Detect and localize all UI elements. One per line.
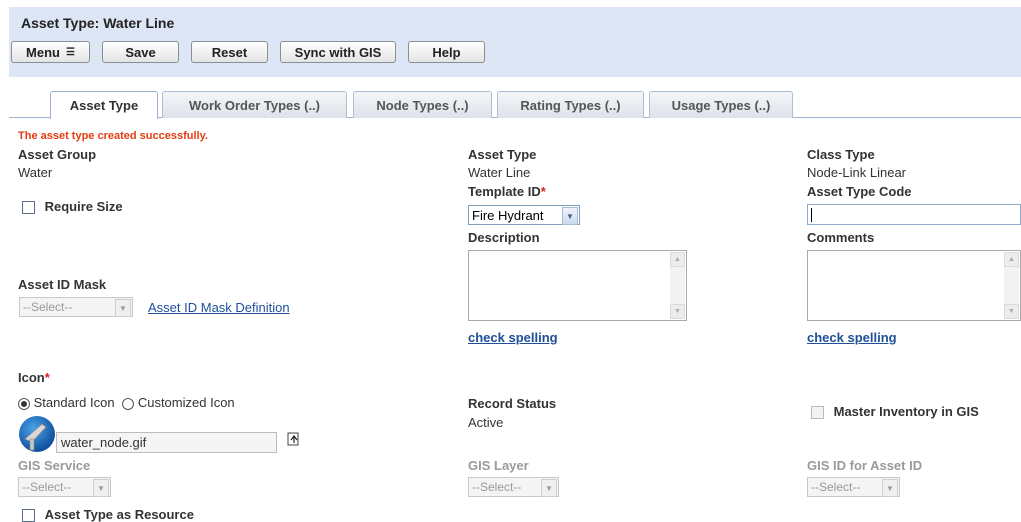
template-id-label: Template ID* xyxy=(468,184,546,199)
template-id-label-text: Template ID xyxy=(468,184,541,199)
master-inventory-label: Master Inventory in GIS xyxy=(833,404,979,419)
scroll-up-icon[interactable]: ▲ xyxy=(670,252,685,267)
standard-icon-label: Standard Icon xyxy=(33,395,115,410)
icon-file-field[interactable]: water_node.gif xyxy=(56,432,277,453)
require-size-checkbox[interactable] xyxy=(22,201,35,215)
comments-label: Comments xyxy=(807,230,875,245)
scroll-down-icon[interactable]: ▼ xyxy=(670,304,685,319)
asset-id-mask-select[interactable]: --Select-- ▼ xyxy=(19,297,133,317)
icon-type-options: Standard Icon Customized Icon xyxy=(18,395,235,410)
chevron-down-icon: ▼ xyxy=(93,479,109,497)
asset-group-value: Water xyxy=(18,165,53,180)
tab-rating-types[interactable]: Rating Types (..) xyxy=(497,91,644,118)
asset-id-mask-definition-link[interactable]: Asset ID Mask Definition xyxy=(148,300,290,315)
require-size-label: Require Size xyxy=(44,199,123,214)
asset-type-resource-label: Asset Type as Resource xyxy=(44,507,194,522)
page-title: Asset Type: Water Line xyxy=(21,15,175,31)
master-inventory-option[interactable]: Master Inventory in GIS xyxy=(811,404,979,420)
save-button[interactable]: Save xyxy=(102,41,179,63)
scroll-down-icon[interactable]: ▼ xyxy=(1004,304,1019,319)
require-size-option[interactable]: Require Size xyxy=(22,199,123,215)
template-id-select[interactable]: Fire Hydrant ▼ xyxy=(468,205,580,225)
gis-layer-select[interactable]: --Select-- ▼ xyxy=(468,477,559,497)
asset-id-mask-label: Asset ID Mask xyxy=(18,277,107,292)
comments-scrollbar[interactable]: ▲ ▼ xyxy=(1004,252,1019,319)
customized-icon-label: Customized Icon xyxy=(137,395,235,410)
menu-button[interactable]: Menu ☰ xyxy=(11,41,90,63)
asset-type-code-input[interactable] xyxy=(807,204,1021,225)
asset-id-mask-value: --Select-- xyxy=(23,300,73,314)
gis-id-value: --Select-- xyxy=(811,480,861,494)
description-textarea[interactable]: ▲ ▼ xyxy=(468,250,687,321)
class-type-label: Class Type xyxy=(807,147,875,162)
gis-id-select[interactable]: --Select-- ▼ xyxy=(807,477,900,497)
chevron-down-icon: ▼ xyxy=(541,479,557,497)
success-message: The asset type created successfully. xyxy=(18,130,208,142)
chevron-down-icon: ▼ xyxy=(115,299,131,317)
record-status-label: Record Status xyxy=(468,396,557,411)
template-id-value: Fire Hydrant xyxy=(472,207,544,223)
asset-type-code-label: Asset Type Code xyxy=(807,184,912,199)
chevron-down-icon: ▼ xyxy=(882,479,898,497)
text-caret xyxy=(811,208,812,222)
description-check-spelling-link[interactable]: check spelling xyxy=(468,330,558,345)
asset-type-label: Asset Type xyxy=(468,147,537,162)
comments-textarea[interactable]: ▲ ▼ xyxy=(807,250,1021,321)
required-marker: * xyxy=(44,370,50,385)
description-label: Description xyxy=(468,230,540,245)
customized-icon-radio[interactable] xyxy=(122,397,135,410)
record-status-value: Active xyxy=(468,415,504,430)
upload-icon[interactable] xyxy=(287,431,301,447)
required-marker: * xyxy=(540,184,546,199)
asset-type-resource-checkbox[interactable] xyxy=(22,509,35,522)
tab-asset-type[interactable]: Asset Type xyxy=(50,91,158,119)
description-scrollbar[interactable]: ▲ ▼ xyxy=(670,252,685,319)
gis-layer-label: GIS Layer xyxy=(468,458,529,473)
comments-check-spelling-link[interactable]: check spelling xyxy=(807,330,897,345)
asset-type-resource-option[interactable]: Asset Type as Resource xyxy=(22,507,194,522)
menu-label: Menu xyxy=(26,44,60,60)
master-inventory-checkbox[interactable] xyxy=(811,406,824,420)
class-type-value: Node-Link Linear xyxy=(807,165,907,180)
asset-group-label: Asset Group xyxy=(18,147,97,162)
tab-usage-types[interactable]: Usage Types (..) xyxy=(649,91,793,118)
sync-with-gis-button[interactable]: Sync with GIS xyxy=(280,41,396,63)
asset-type-value: Water Line xyxy=(468,165,531,180)
tab-work-order-types[interactable]: Work Order Types (..) xyxy=(162,91,347,118)
gis-id-label: GIS ID for Asset ID xyxy=(807,458,923,473)
reset-button[interactable]: Reset xyxy=(191,41,268,63)
gis-layer-value: --Select-- xyxy=(472,480,522,494)
tab-node-types[interactable]: Node Types (..) xyxy=(353,91,492,118)
icon-label: Icon* xyxy=(18,370,50,385)
gis-service-value: --Select-- xyxy=(22,480,72,494)
help-button[interactable]: Help xyxy=(408,41,485,63)
scroll-up-icon[interactable]: ▲ xyxy=(1004,252,1019,267)
icon-label-text: Icon xyxy=(18,370,45,385)
gis-service-select[interactable]: --Select-- ▼ xyxy=(18,477,111,497)
chevron-down-icon: ▼ xyxy=(562,207,578,225)
standard-icon-radio[interactable] xyxy=(18,397,30,410)
water-node-icon xyxy=(18,415,56,453)
gis-service-label: GIS Service xyxy=(18,458,91,473)
menu-icon: ☰ xyxy=(65,46,75,58)
icon-file-name: water_node.gif xyxy=(61,435,147,450)
